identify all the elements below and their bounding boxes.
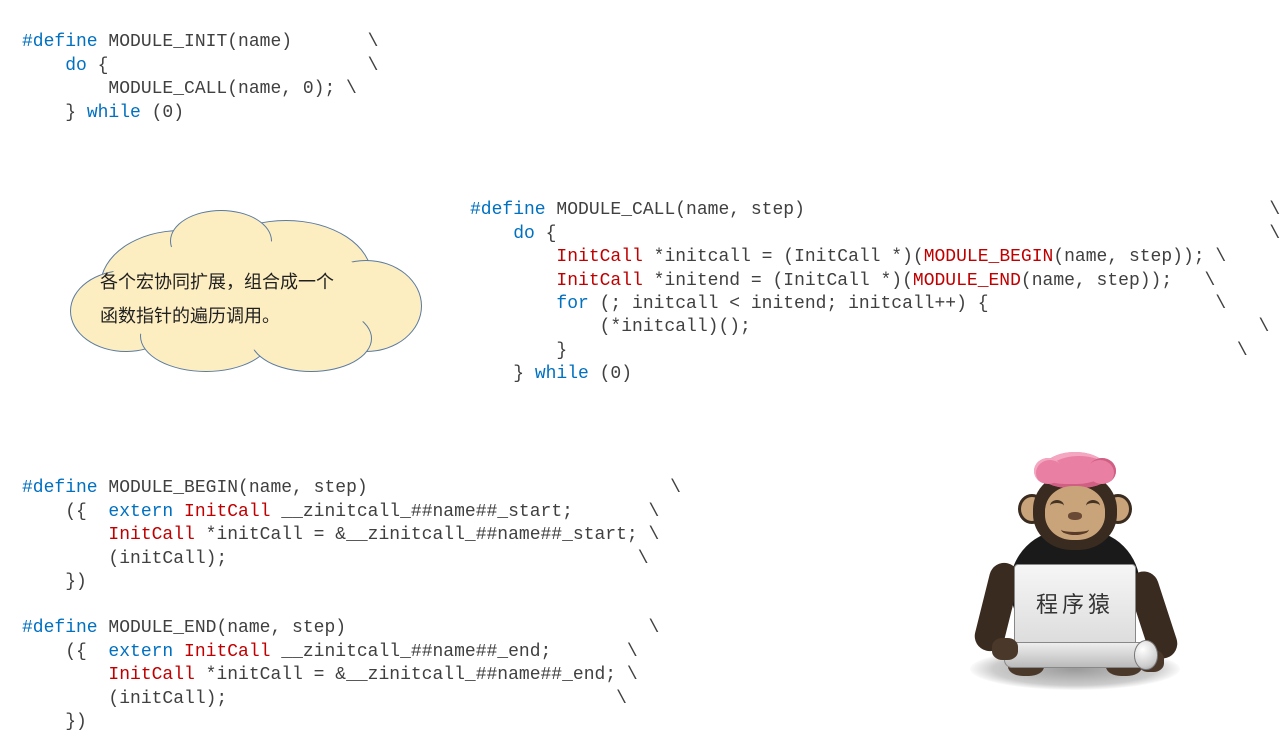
- monkey-eye: [1086, 500, 1100, 512]
- monkey-mouth: [1061, 524, 1089, 535]
- code-module-call: #define MODULE_CALL(name, step) \ do { \…: [470, 176, 1280, 387]
- kw-define: #define: [22, 478, 98, 498]
- laptop-screen: 程序猿: [1014, 564, 1136, 646]
- monkey-hand: [992, 638, 1018, 660]
- kw-extern: extern: [108, 642, 173, 662]
- callout-line2: 函数指针的遍历调用。: [100, 299, 380, 333]
- type-initcall: InitCall: [556, 247, 642, 267]
- laptop-base: [1004, 642, 1146, 668]
- code-module-begin: #define MODULE_BEGIN(name, step) \ ({ ex…: [22, 454, 681, 594]
- laptop-label: 程序猿: [1036, 591, 1114, 620]
- computer-mouse-icon: [1134, 640, 1158, 670]
- macro-module-begin: MODULE_BEGIN: [924, 247, 1054, 267]
- callout-line1: 各个宏协同扩展，组合成一个: [100, 265, 380, 299]
- kw-define: #define: [22, 618, 98, 638]
- kw-define: #define: [470, 200, 546, 220]
- type-initcall: InitCall: [108, 665, 194, 685]
- monkey-programmer-illustration: DON'T PANIC I'm a programmer 程序猿: [970, 450, 1180, 690]
- macro-module-end: MODULE_END: [913, 271, 1021, 291]
- kw-do: do: [470, 224, 535, 244]
- code-module-end: #define MODULE_END(name, step) \ ({ exte…: [22, 594, 659, 734]
- kw-while: while: [535, 364, 589, 384]
- type-initcall: InitCall: [184, 642, 270, 662]
- callout-text: 各个宏协同扩展，组合成一个 函数指针的遍历调用。: [100, 265, 380, 333]
- kw-define: #define: [22, 32, 98, 52]
- type-initcall: InitCall: [184, 502, 270, 522]
- kw-do: do: [22, 56, 87, 76]
- kw-extern: extern: [108, 502, 173, 522]
- type-initcall: InitCall: [556, 271, 642, 291]
- monkey-eye: [1050, 500, 1064, 512]
- brain-icon: [1040, 452, 1110, 488]
- monkey-nose: [1068, 512, 1082, 520]
- code-module-init: #define MODULE_INIT(name) \ do { \ MODUL…: [22, 8, 378, 125]
- kw-for: for: [556, 294, 588, 314]
- type-initcall: InitCall: [108, 525, 194, 545]
- kw-while: while: [87, 103, 141, 123]
